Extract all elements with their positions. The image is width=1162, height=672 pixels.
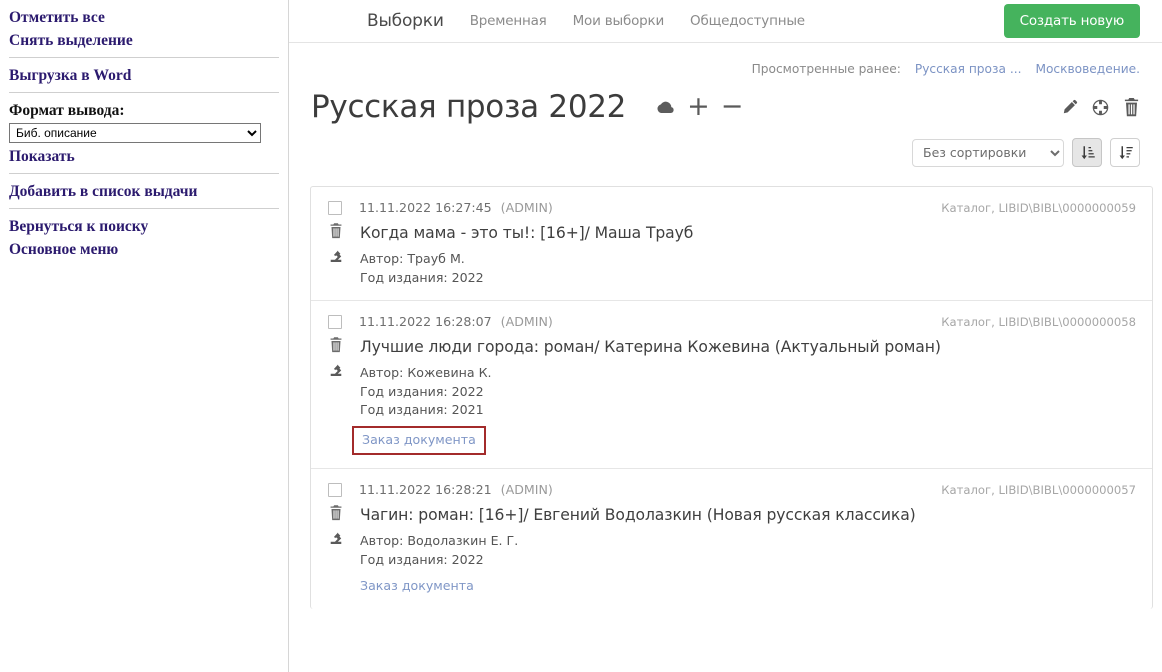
recently-viewed-label: Просмотренные ранее: bbox=[751, 62, 901, 76]
record-holdings-icon[interactable] bbox=[328, 532, 360, 546]
sort-toolbar: Без сортировкиПо авторуПо году изданияПо… bbox=[289, 132, 1162, 167]
record-date: 11.11.2022 16:28:21 bbox=[359, 482, 492, 497]
record-user: (ADMIN) bbox=[500, 200, 553, 215]
plus-icon[interactable]: + bbox=[687, 93, 710, 120]
left-sidebar: Отметить все Снять выделение Выгрузка в … bbox=[0, 0, 289, 672]
settings-gear-icon[interactable] bbox=[1092, 99, 1109, 116]
output-format-select[interactable]: Биб. описаниеПолное описаниеКраткое опис… bbox=[9, 123, 261, 143]
record-title-row: Лучшие люди города: роман/ Катерина Коже… bbox=[328, 337, 1136, 357]
record-metadata-line: Год издания: 2022 bbox=[360, 269, 484, 285]
top-navigation-bar: Выборки Временная Мои выборки Общедоступ… bbox=[289, 0, 1162, 43]
record-source: Каталог, LIBID\BIBL\0000000059 bbox=[941, 200, 1136, 215]
record-holdings-icon[interactable] bbox=[328, 364, 360, 378]
nav-item-public[interactable]: Общедоступные bbox=[690, 13, 805, 29]
record-metadata: Автор: Водолазкин Е. Г. Год издания: 2022… bbox=[360, 532, 518, 596]
record-header: 11.11.2022 16:28:07 (ADMIN) Каталог, LIBID… bbox=[328, 314, 1136, 329]
record-user: (ADMIN) bbox=[500, 314, 553, 329]
main-content: Выборки Временная Мои выборки Общедоступ… bbox=[289, 0, 1162, 672]
minus-icon[interactable]: − bbox=[721, 93, 744, 120]
record-title[interactable]: Лучшие люди города: роман/ Катерина Коже… bbox=[360, 337, 941, 357]
deselect-all-link[interactable]: Снять выделение bbox=[9, 29, 279, 52]
record-checkbox[interactable] bbox=[328, 200, 342, 215]
record-row: 11.11.2022 16:27:45 (ADMIN) Каталог, LIBID… bbox=[311, 187, 1152, 301]
record-checkbox[interactable] bbox=[328, 314, 342, 329]
record-date: 11.11.2022 16:28:07 bbox=[359, 314, 492, 329]
record-user: (ADMIN) bbox=[500, 482, 553, 497]
record-header: 11.11.2022 16:27:45 (ADMIN) Каталог, LIBID… bbox=[328, 200, 1136, 215]
record-actions-group bbox=[1061, 97, 1140, 117]
sort-ascending-button[interactable] bbox=[1072, 138, 1102, 167]
record-metadata-line: Автор: Трауб М. bbox=[360, 251, 465, 266]
record-body-row: Автор: Водолазкин Е. Г. Год издания: 2022… bbox=[328, 532, 1136, 596]
record-source: Каталог, LIBID\BIBL\0000000058 bbox=[941, 314, 1136, 329]
sidebar-group-issue-list: Добавить в список выдачи bbox=[9, 174, 279, 209]
record-title-row: Когда мама - это ты!: [16+]/ Маша Трауб bbox=[328, 223, 1136, 243]
order-document-link[interactable]: Заказ документа bbox=[360, 577, 474, 596]
main-menu-link[interactable]: Основное меню bbox=[9, 238, 279, 261]
edit-pencil-icon[interactable] bbox=[1061, 99, 1078, 116]
record-row: 11.11.2022 16:28:07 (ADMIN) Каталог, LIBID… bbox=[311, 301, 1152, 469]
record-metadata-line: Год издания: 2022 bbox=[360, 383, 484, 399]
order-document-link[interactable]: Заказ документа bbox=[352, 425, 486, 455]
title-icon-group: + − bbox=[652, 93, 744, 120]
output-format-label: Формат вывода: bbox=[9, 102, 125, 119]
record-title[interactable]: Чагин: роман: [16+]/ Евгений Водолазкин … bbox=[360, 505, 916, 525]
recently-viewed-link-2[interactable]: Москвоведение. bbox=[1035, 62, 1140, 76]
cloud-icon[interactable] bbox=[652, 99, 676, 116]
back-to-search-link[interactable]: Вернуться к поиску bbox=[9, 215, 279, 238]
sort-select[interactable]: Без сортировкиПо авторуПо году изданияПо… bbox=[912, 138, 1064, 167]
select-all-link[interactable]: Отметить все bbox=[9, 6, 279, 29]
record-holdings-icon[interactable] bbox=[328, 250, 360, 264]
record-date: 11.11.2022 16:27:45 bbox=[359, 200, 492, 215]
delete-trash-icon[interactable] bbox=[1123, 97, 1140, 117]
page-title: Русская проза 2022 bbox=[311, 89, 627, 125]
record-delete-icon[interactable] bbox=[328, 223, 360, 239]
sidebar-group-format: Формат вывода: Биб. описаниеПолное описа… bbox=[9, 93, 279, 174]
page-header: Русская проза 2022 + − bbox=[289, 76, 1162, 132]
record-metadata-line: Автор: Кожевина К. bbox=[360, 365, 492, 380]
record-source: Каталог, LIBID\BIBL\0000000057 bbox=[941, 482, 1136, 497]
nav-item-my-selections[interactable]: Мои выборки bbox=[573, 13, 665, 29]
record-metadata-line: Автор: Водолазкин Е. Г. bbox=[360, 533, 519, 548]
record-body-row: Автор: Трауб М. Год издания: 2022 bbox=[328, 250, 1136, 287]
sidebar-group-navigation: Вернуться к поиску Основное меню bbox=[9, 209, 279, 266]
record-title-row: Чагин: роман: [16+]/ Евгений Водолазкин … bbox=[328, 505, 1136, 525]
record-metadata-line: Год издания: 2022 bbox=[360, 551, 484, 567]
record-metadata: Автор: Кожевина К. Год издания: 2022 Год и… bbox=[352, 364, 492, 455]
add-to-issue-list-link[interactable]: Добавить в список выдачи bbox=[9, 180, 279, 203]
record-row: 11.11.2022 16:28:21 (ADMIN) Каталог, LIBID… bbox=[311, 469, 1152, 609]
record-delete-icon[interactable] bbox=[328, 337, 360, 353]
record-delete-icon[interactable] bbox=[328, 505, 360, 521]
record-metadata-line: Год издания: 2021 bbox=[360, 402, 484, 417]
record-metadata: Автор: Трауб М. Год издания: 2022 bbox=[360, 250, 484, 287]
record-header: 11.11.2022 16:28:21 (ADMIN) Каталог, LIBID… bbox=[328, 482, 1136, 497]
sidebar-group-export: Выгрузка в Word bbox=[9, 58, 279, 93]
export-word-link[interactable]: Выгрузка в Word bbox=[9, 64, 279, 87]
recently-viewed-link-1[interactable]: Русская проза ... bbox=[915, 62, 1022, 76]
recently-viewed-bar: Просмотренные ранее: Русская проза ... М… bbox=[289, 43, 1162, 76]
sidebar-group-selection: Отметить все Снять выделение bbox=[9, 0, 279, 58]
create-new-button[interactable]: Создать новую bbox=[1003, 4, 1140, 38]
record-checkbox[interactable] bbox=[328, 482, 342, 497]
nav-item-temporary[interactable]: Временная bbox=[470, 13, 547, 29]
record-body-row: Автор: Кожевина К. Год издания: 2022 Год и… bbox=[328, 364, 1136, 455]
results-list: 11.11.2022 16:27:45 (ADMIN) Каталог, LIBID… bbox=[310, 186, 1153, 609]
show-link[interactable]: Показать bbox=[9, 145, 279, 168]
app-root: Отметить все Снять выделение Выгрузка в … bbox=[0, 0, 1162, 672]
nav-brand: Выборки bbox=[367, 11, 444, 31]
sort-descending-button[interactable] bbox=[1110, 138, 1140, 167]
record-title[interactable]: Когда мама - это ты!: [16+]/ Маша Трауб bbox=[360, 223, 693, 243]
